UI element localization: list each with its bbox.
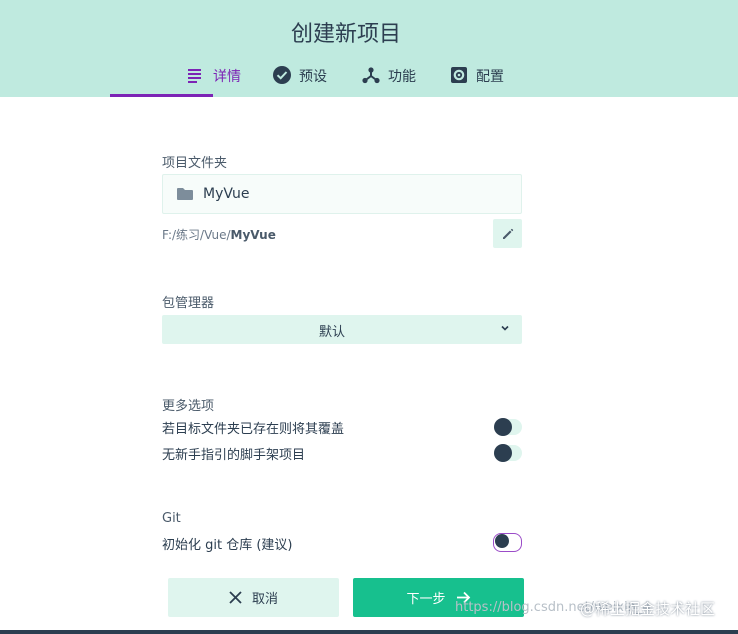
toggle-knob — [495, 534, 509, 548]
page-title: 创建新项目 — [290, 22, 401, 47]
tab-label: 详情 — [213, 69, 241, 85]
folder-label: 项目文件夹 — [162, 156, 228, 171]
package-manager-select[interactable]: 默认 — [162, 315, 522, 344]
tab-presets[interactable]: 预设 — [273, 66, 327, 97]
check-circle-icon — [273, 66, 291, 84]
tab-label: 预设 — [299, 69, 327, 85]
package-manager-label: 包管理器 — [162, 296, 215, 311]
pencil-icon — [502, 228, 513, 239]
more-options-label: 更多选项 — [162, 399, 215, 414]
details-icon — [188, 69, 201, 83]
tab-bar: 详情 预设 功能 配置 — [0, 66, 738, 97]
toggle-knob — [494, 418, 512, 436]
bottom-bar — [0, 630, 738, 634]
folder-icon — [177, 188, 193, 200]
cancel-label: 取消 — [251, 592, 278, 607]
option-overwrite-toggle[interactable] — [494, 418, 522, 436]
tab-details[interactable]: 详情 — [187, 66, 241, 97]
header: 创建新项目 详情 预设 功能 配置 — [0, 0, 738, 97]
next-label: 下一步 — [406, 592, 446, 607]
tab-features[interactable]: 功能 — [362, 66, 416, 97]
package-manager-value: 默认 — [318, 325, 345, 340]
git-label: Git — [162, 511, 181, 526]
tab-label: 配置 — [476, 69, 504, 85]
option-bare-row: 无新手指引的脚手架项目 — [162, 444, 522, 464]
active-tab-indicator — [110, 94, 213, 97]
close-icon — [229, 591, 242, 604]
watermark-brand: @稀土掘金技术社区 — [580, 600, 716, 618]
path-prefix: F:/练习/Vue/ — [162, 228, 231, 242]
option-overwrite-label: 若目标文件夹已存在则将其覆盖 — [162, 422, 345, 437]
edit-path-button[interactable] — [493, 219, 522, 248]
option-bare-toggle[interactable] — [494, 444, 522, 462]
tab-config[interactable]: 配置 — [450, 66, 504, 97]
tab-label: 功能 — [388, 69, 416, 85]
folder-field[interactable]: MyVue — [162, 174, 522, 214]
git-init-toggle[interactable] — [493, 533, 522, 552]
cancel-button[interactable]: 取消 — [168, 578, 339, 617]
folder-name: MyVue — [203, 186, 250, 202]
folder-path: F:/练习/Vue/MyVue — [162, 226, 276, 243]
option-bare-label: 无新手指引的脚手架项目 — [162, 448, 306, 463]
option-overwrite-row: 若目标文件夹已存在则将其覆盖 — [162, 418, 522, 438]
git-init-label: 初始化 git 仓库 (建议) — [162, 538, 293, 553]
git-init-row: 初始化 git 仓库 (建议) — [162, 533, 522, 554]
path-name: MyVue — [230, 228, 276, 242]
features-icon — [362, 67, 380, 84]
settings-icon — [451, 67, 467, 83]
chevron-down-icon — [501, 325, 509, 331]
toggle-knob — [494, 444, 512, 462]
